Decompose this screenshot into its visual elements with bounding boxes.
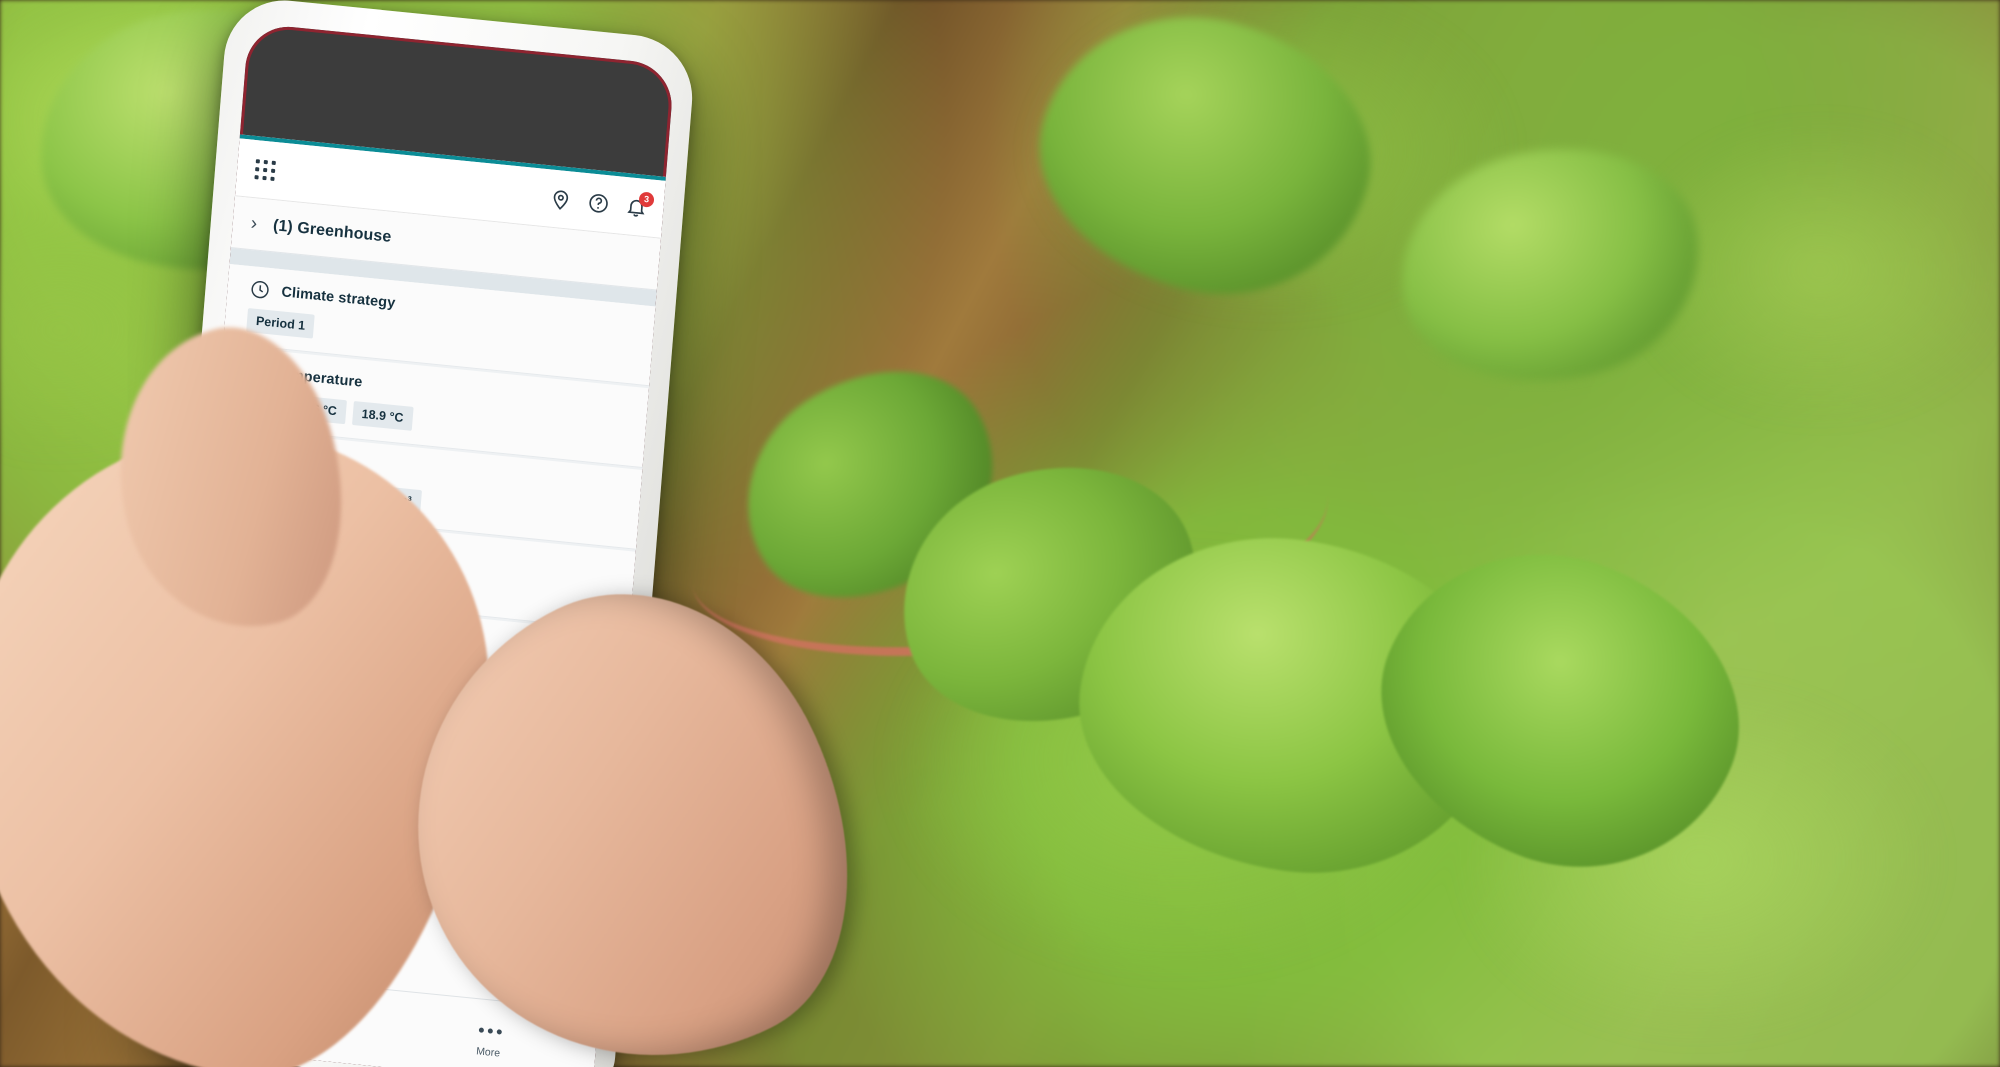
chevron-right-icon[interactable]: › [250,213,258,235]
value-chip[interactable]: 18.9 °C [351,400,414,431]
page-title: (1) Greenhouse [272,216,392,246]
clock-icon [249,278,272,301]
grid-apps-icon[interactable] [254,158,276,181]
bell-icon[interactable]: 3 [625,190,655,219]
more-dots-icon [478,1018,503,1042]
question-circle-icon[interactable] [587,191,611,215]
location-pin-icon[interactable] [549,187,573,211]
nav-label: More [475,1045,501,1060]
notification-badge: 3 [638,190,655,208]
header-actions: 3 [549,187,655,219]
